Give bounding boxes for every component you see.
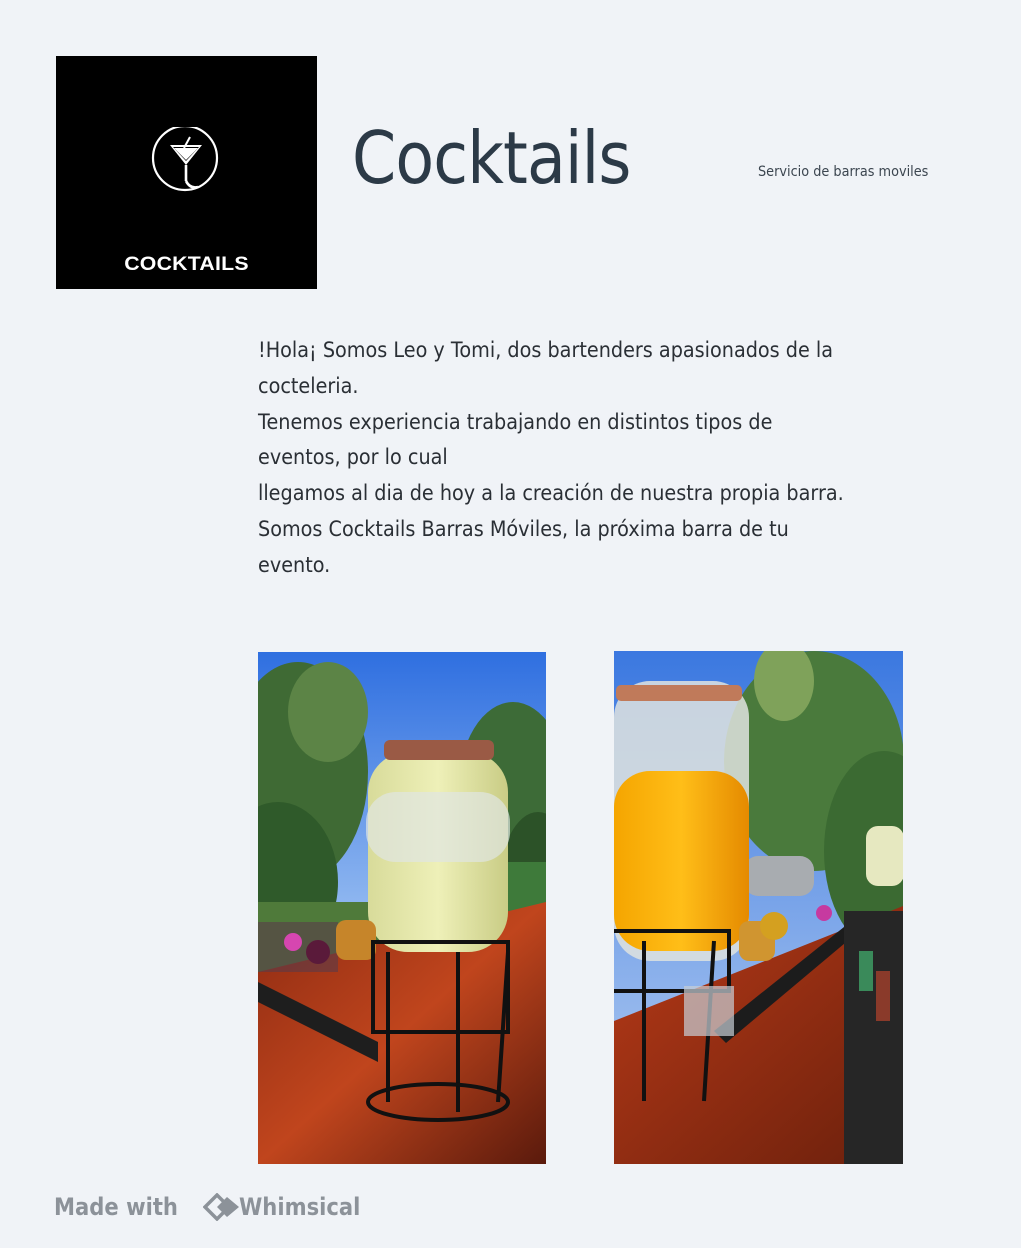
cocktails-logo: COCKTAILS <box>56 56 317 289</box>
made-with-whimsical-badge[interactable]: Made with Whimsical <box>54 1192 377 1222</box>
whimsical-logo-icon <box>202 1193 239 1221</box>
intro-line: cocteleria. <box>258 373 359 398</box>
logo-wordmark: COCKTAILS <box>124 254 249 275</box>
intro-line: Tenemos experiencia trabajando en distin… <box>258 409 773 434</box>
whimsical-brand-label: Whimsical <box>238 1193 361 1221</box>
intro-line: !Hola¡ Somos Leo y Tomi, dos bartenders … <box>258 338 834 362</box>
intro-text: !Hola¡ Somos Leo y Tomi, dos bartenders … <box>258 333 970 584</box>
whimsical-board: COCKTAILS Cocktails Servicio de barras m… <box>0 0 1021 1248</box>
lemonade-dispenser-photo <box>258 652 546 1164</box>
intro-line: llegamos al dia de hoy a la creación de … <box>258 481 844 506</box>
page-subtitle: Servicio de barras moviles <box>758 164 929 180</box>
made-with-label: Made with <box>54 1193 178 1221</box>
page-title: Cocktails <box>352 116 631 200</box>
intro-line: Somos Cocktails Barras Móviles, la próxi… <box>258 516 789 541</box>
intro-line: evento. <box>258 552 331 577</box>
martini-glass-icon <box>151 127 219 192</box>
intro-line: eventos, por lo cual <box>258 445 448 470</box>
orange-juice-dispenser-photo <box>614 651 903 1164</box>
